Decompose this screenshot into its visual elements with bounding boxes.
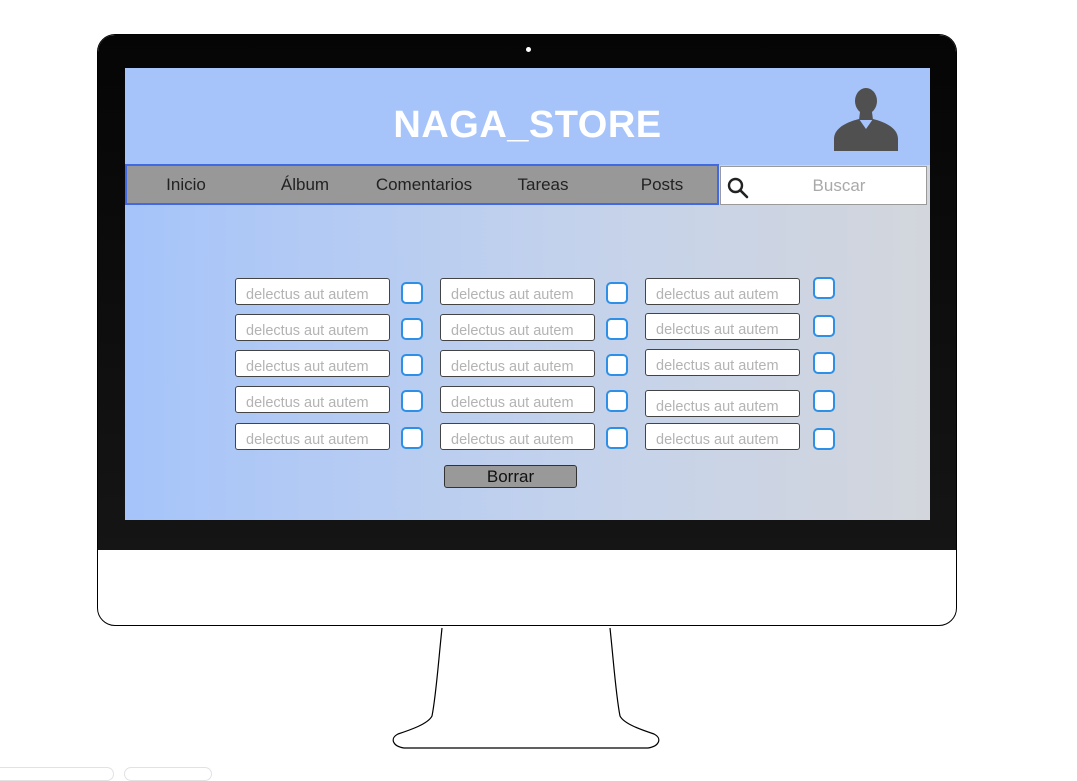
main-navbar: Inicio Álbum Comentarios Tareas Posts (125, 164, 719, 205)
task-checkbox-r3-c3[interactable] (813, 352, 835, 374)
task-input-r5-c2[interactable] (440, 423, 595, 450)
search-icon[interactable] (727, 177, 749, 199)
task-input-r4-c2[interactable] (440, 386, 595, 413)
monitor-stand (392, 627, 660, 749)
task-input-r5-c3[interactable] (645, 423, 800, 450)
task-input-r2-c3[interactable] (645, 313, 800, 340)
bottom-tab (124, 767, 212, 781)
user-avatar-icon[interactable] (831, 83, 901, 153)
delete-button[interactable]: Borrar (444, 465, 577, 488)
monitor-bezel: NAGA_STORE Inicio Álbum Comentarios Tare… (98, 35, 956, 550)
task-checkbox-r3-c1[interactable] (401, 354, 423, 376)
nav-item-inicio[interactable]: Inicio (166, 166, 206, 203)
site-header: NAGA_STORE (125, 68, 930, 165)
task-input-r5-c1[interactable] (235, 423, 390, 450)
nav-item-album[interactable]: Álbum (281, 166, 329, 203)
search-input[interactable] (755, 168, 923, 203)
search-box (720, 166, 927, 205)
monitor-frame: NAGA_STORE Inicio Álbum Comentarios Tare… (97, 34, 957, 626)
nav-item-comentarios[interactable]: Comentarios (376, 166, 472, 203)
task-checkbox-r1-c1[interactable] (401, 282, 423, 304)
site-title: NAGA_STORE (393, 104, 662, 146)
task-input-r2-c2[interactable] (440, 314, 595, 341)
task-input-r4-c3[interactable] (645, 390, 800, 417)
task-input-r2-c1[interactable] (235, 314, 390, 341)
task-checkbox-r2-c1[interactable] (401, 318, 423, 340)
task-checkbox-r4-c3[interactable] (813, 390, 835, 412)
task-input-r4-c1[interactable] (235, 386, 390, 413)
nav-item-posts[interactable]: Posts (641, 166, 684, 203)
task-input-r3-c2[interactable] (440, 350, 595, 377)
task-checkbox-r5-c2[interactable] (606, 427, 628, 449)
nav-item-tareas[interactable]: Tareas (517, 166, 568, 203)
task-checkbox-r3-c2[interactable] (606, 354, 628, 376)
task-input-r1-c2[interactable] (440, 278, 595, 305)
task-checkbox-r4-c2[interactable] (606, 390, 628, 412)
task-checkbox-r2-c3[interactable] (813, 315, 835, 337)
task-input-r1-c3[interactable] (645, 278, 800, 305)
task-checkbox-r4-c1[interactable] (401, 390, 423, 412)
task-input-r3-c3[interactable] (645, 349, 800, 376)
app-screen: NAGA_STORE Inicio Álbum Comentarios Tare… (125, 68, 930, 520)
task-checkbox-r1-c2[interactable] (606, 282, 628, 304)
bottom-tab (0, 767, 114, 781)
task-checkbox-r5-c1[interactable] (401, 427, 423, 449)
task-checkbox-r1-c3[interactable] (813, 277, 835, 299)
task-checkbox-r2-c2[interactable] (606, 318, 628, 340)
task-checkbox-r5-c3[interactable] (813, 428, 835, 450)
task-input-r1-c1[interactable] (235, 278, 390, 305)
task-input-r3-c1[interactable] (235, 350, 390, 377)
webcam-dot (526, 47, 531, 52)
